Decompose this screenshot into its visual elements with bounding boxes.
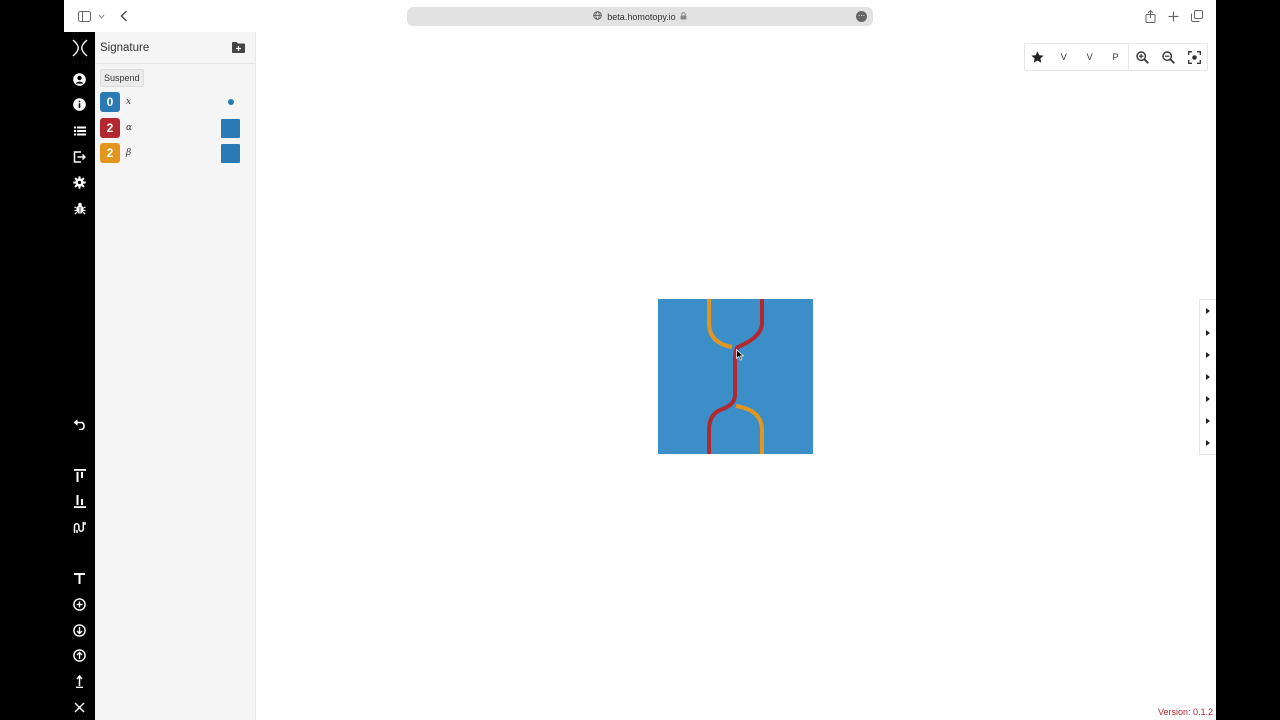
url-text: beta.homotopy.io xyxy=(607,11,676,22)
generator-name: β xyxy=(126,148,132,158)
sidebar-toggle-icon[interactable] xyxy=(77,8,91,24)
generator-row-x[interactable]: 0 x xyxy=(100,92,245,113)
gear-icon[interactable] xyxy=(71,174,88,191)
right-panel-tabs xyxy=(1199,299,1216,455)
url-bar[interactable]: beta.homotopy.io ⋯ xyxy=(407,7,873,26)
mouse-cursor-icon xyxy=(736,348,745,366)
app-viewport: beta.homotopy.io ⋯ Signature Suspend 0 x… xyxy=(64,0,1216,720)
expand-tab-icon[interactable] xyxy=(1204,395,1212,403)
generator-row-beta[interactable]: 2 β xyxy=(100,143,245,164)
left-rail xyxy=(64,32,95,720)
export-icon[interactable] xyxy=(71,148,88,165)
list-icon[interactable] xyxy=(71,122,88,139)
identity-icon[interactable] xyxy=(71,673,88,690)
expand-tab-icon[interactable] xyxy=(1204,307,1212,315)
expand-tab-icon[interactable] xyxy=(1204,417,1212,425)
view-toolbar: V V P xyxy=(1024,43,1208,71)
share-icon[interactable] xyxy=(1144,8,1156,24)
theorem-icon[interactable] xyxy=(71,493,88,510)
dimension-badge: 0 xyxy=(100,92,120,112)
generator-swatch xyxy=(221,119,240,138)
star-icon[interactable] xyxy=(1025,44,1051,70)
text-icon[interactable] xyxy=(71,570,88,587)
undo-icon[interactable] xyxy=(71,416,88,433)
expand-tab-icon[interactable] xyxy=(1204,329,1212,337)
expand-tab-icon[interactable] xyxy=(1204,439,1212,447)
generator-swatch xyxy=(221,144,240,163)
info-icon[interactable] xyxy=(71,96,88,113)
close-icon[interactable] xyxy=(71,699,88,716)
add-circle-icon[interactable] xyxy=(71,596,88,613)
lock-icon xyxy=(680,11,687,22)
zoom-out-icon[interactable] xyxy=(1155,44,1181,70)
view-p-button[interactable]: P xyxy=(1103,44,1129,70)
globe-icon xyxy=(593,11,603,22)
signature-panel: Signature Suspend 0 x 2 α 2 β xyxy=(95,32,256,720)
generator-row-alpha[interactable]: 2 α xyxy=(100,118,245,139)
up-circle-icon[interactable] xyxy=(71,647,88,664)
user-icon[interactable] xyxy=(71,71,88,88)
version-label: Version: 0.1.2 xyxy=(1157,707,1213,717)
suspend-button[interactable]: Suspend xyxy=(100,69,144,87)
fit-screen-icon[interactable] xyxy=(1181,44,1207,70)
down-circle-icon[interactable] xyxy=(71,622,88,639)
generator-name: x xyxy=(126,97,132,107)
dimension-badge: 2 xyxy=(100,118,120,138)
homotopy-icon[interactable] xyxy=(71,519,88,536)
new-tab-icon[interactable] xyxy=(1167,8,1179,24)
expand-tab-icon[interactable] xyxy=(1204,351,1212,359)
signature-title: Signature xyxy=(100,42,150,54)
view-v1-button[interactable]: V xyxy=(1051,44,1077,70)
expand-tab-icon[interactable] xyxy=(1204,373,1212,381)
signature-header: Signature xyxy=(95,32,255,64)
generator-point-icon xyxy=(228,99,234,105)
generator-name: α xyxy=(126,123,133,133)
dimension-badge: 2 xyxy=(100,143,120,163)
more-icon[interactable]: ⋯ xyxy=(856,11,867,22)
chevron-down-icon[interactable] xyxy=(96,8,106,24)
bug-icon[interactable] xyxy=(71,200,88,217)
view-v2-button[interactable]: V xyxy=(1077,44,1103,70)
back-icon[interactable] xyxy=(118,8,130,24)
zoom-in-icon[interactable] xyxy=(1129,44,1155,70)
string-diagram[interactable] xyxy=(658,299,813,459)
restrict-icon[interactable] xyxy=(71,467,88,484)
logo-icon[interactable] xyxy=(71,38,88,57)
tab-overview-icon[interactable] xyxy=(1191,8,1203,24)
browser-chrome: beta.homotopy.io ⋯ xyxy=(64,0,1216,32)
add-folder-icon[interactable] xyxy=(232,40,245,58)
